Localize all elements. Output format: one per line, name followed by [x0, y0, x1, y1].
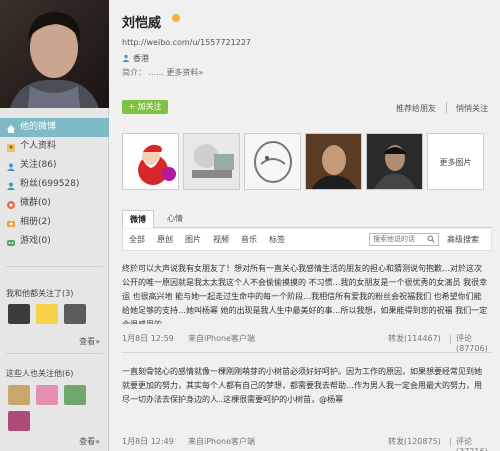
- filter-video[interactable]: 视频: [213, 234, 229, 245]
- sidebar-item-label: 游戏(0): [20, 236, 51, 246]
- filter-images[interactable]: 图片: [185, 234, 201, 245]
- album-icon: [6, 218, 16, 228]
- post-time[interactable]: 1月8日 12:49: [122, 436, 174, 447]
- sidebar-item-following[interactable]: 关注(86): [0, 156, 109, 175]
- bio-label: 简介：: [122, 68, 146, 77]
- more-photos-button[interactable]: 更多图片: [427, 133, 484, 190]
- more-info-link[interactable]: 更多资料»: [166, 68, 203, 77]
- feed-post: 终於可以大声说我有女朋友了！想对所有一直关心我感情生活的朋友的担心和猜测说句抱歉…: [122, 262, 492, 324]
- also-follow-more-link[interactable]: 查看»: [79, 436, 100, 447]
- photo-man-2[interactable]: [366, 133, 423, 190]
- filter-music[interactable]: 音乐: [241, 234, 257, 245]
- sidebar-item-label: 粉丝(699528): [20, 179, 80, 189]
- sidebar-item-label: 微群(0): [20, 198, 51, 208]
- follower-avatar[interactable]: [36, 385, 58, 405]
- game-icon: [6, 237, 16, 247]
- verified-badge-icon: [172, 14, 180, 22]
- search-icon[interactable]: [427, 235, 435, 246]
- repost-link[interactable]: 转发(120875): [388, 436, 441, 447]
- follow-icon: [6, 161, 16, 171]
- recommend-to-friend-link[interactable]: 推荐给朋友: [396, 103, 436, 114]
- photo-strip: 更多图片: [122, 133, 484, 190]
- post-text: 一直刻骨铭心的感情就像一棵刚刚萌芽的小树苗必须好好呵护。因为工作的原因，如果想要…: [122, 367, 482, 404]
- comment-link[interactable]: 评论(87706): [456, 333, 492, 353]
- tab-mood[interactable]: 心情: [160, 210, 190, 228]
- sidebar-item-label: 个人资料: [20, 141, 57, 151]
- sidebar-item-groups[interactable]: 微群(0): [0, 194, 109, 213]
- also-follow-list: [8, 385, 86, 405]
- post-meta: 1月8日 12:49 来自iPhone客户端 转发(120875) 评论(372…: [122, 436, 492, 451]
- divider: [450, 335, 451, 344]
- post-text: 终於可以大声说我有女朋友了！想对所有一直关心我感情生活的朋友的担心和猜测说句抱歉…: [122, 264, 488, 324]
- sidebar: 他的微博 个人资料 关注(86) 粉丝(699528) 微群(0) 相册(2): [0, 0, 109, 451]
- group-icon: [6, 199, 16, 209]
- post-source: 来自iPhone客户端: [188, 437, 256, 446]
- sidebar-item-label: 相册(2): [20, 217, 51, 227]
- sidebar-nav: 他的微博 个人资料 关注(86) 粉丝(699528) 微群(0) 相册(2): [0, 118, 109, 251]
- follow-button[interactable]: + 加关注: [122, 100, 168, 114]
- follower-avatar[interactable]: [36, 304, 58, 324]
- photo-modern[interactable]: [183, 133, 240, 190]
- profile-location: 香港: [122, 53, 149, 64]
- main-content: 刘恺威 http://weibo.com/u/1557721227 香港 简介：…: [110, 0, 500, 451]
- photo-ice[interactable]: [244, 133, 301, 190]
- fans-icon: [6, 180, 16, 190]
- feed-filter-bar: 全部 原创 图片 视频 音乐 标签 高级搜索: [122, 229, 492, 251]
- also-follow-list-row2: [8, 411, 30, 431]
- secret-follow-link[interactable]: 悄悄关注: [456, 103, 488, 114]
- feed-post: 一直刻骨铭心的感情就像一棵刚刚萌芽的小树苗必须好好呵护。因为工作的原因，如果想要…: [122, 365, 492, 425]
- filter-original[interactable]: 原创: [157, 234, 173, 245]
- advanced-search-link[interactable]: 高级搜索: [447, 234, 479, 245]
- bio-text: ......: [148, 68, 164, 77]
- common-follow-list: [8, 304, 86, 324]
- follower-avatar[interactable]: [64, 385, 86, 405]
- follower-avatar[interactable]: [8, 304, 30, 324]
- filter-all[interactable]: 全部: [129, 234, 145, 245]
- sidebar-item-his-weibo[interactable]: 他的微博: [0, 118, 109, 137]
- sidebar-item-label: 关注(86): [20, 160, 57, 170]
- common-follow-more-link[interactable]: 查看»: [79, 336, 100, 347]
- home-icon: [6, 123, 16, 133]
- follower-avatar[interactable]: [64, 304, 86, 324]
- also-follow-title: 这些人也关注他(6): [6, 369, 74, 378]
- comment-link[interactable]: 评论(37216): [456, 436, 492, 451]
- feed-tabs: 微博 心情: [122, 210, 492, 228]
- profile-name: 刘恺威: [122, 16, 162, 31]
- divider: [6, 353, 103, 354]
- follower-avatar[interactable]: [8, 411, 30, 431]
- post-time[interactable]: 1月8日 12:59: [122, 333, 174, 344]
- divider: [122, 352, 492, 353]
- photo-man-1[interactable]: [305, 133, 362, 190]
- profile-icon: [6, 142, 16, 152]
- tab-weibo[interactable]: 微博: [122, 210, 154, 228]
- sidebar-item-games[interactable]: 游戏(0): [0, 232, 109, 251]
- avatar[interactable]: [0, 0, 109, 108]
- sidebar-item-album[interactable]: 相册(2): [0, 213, 109, 232]
- divider: [446, 102, 447, 113]
- sidebar-item-label: 他的微博: [20, 122, 57, 132]
- location-text: 香港: [133, 54, 149, 63]
- filter-tags[interactable]: 标签: [269, 234, 285, 245]
- divider: [450, 438, 451, 447]
- post-source: 来自iPhone客户端: [188, 334, 256, 343]
- repost-link[interactable]: 转发(114467): [388, 333, 441, 344]
- follower-avatar[interactable]: [8, 385, 30, 405]
- location-person-icon: [122, 54, 130, 64]
- sidebar-item-profile[interactable]: 个人资料: [0, 137, 109, 156]
- profile-bio: 简介： ...... 更多资料»: [122, 67, 203, 78]
- divider: [6, 266, 103, 267]
- sidebar-item-fans[interactable]: 粉丝(699528): [0, 175, 109, 194]
- photo-santa[interactable]: [122, 133, 179, 190]
- post-meta: 1月8日 12:59 来自iPhone客户端 转发(114467) 评论(877…: [122, 333, 492, 353]
- common-follow-title: 我和他都关注了(3): [6, 289, 74, 298]
- profile-url[interactable]: http://weibo.com/u/1557721227: [122, 38, 251, 47]
